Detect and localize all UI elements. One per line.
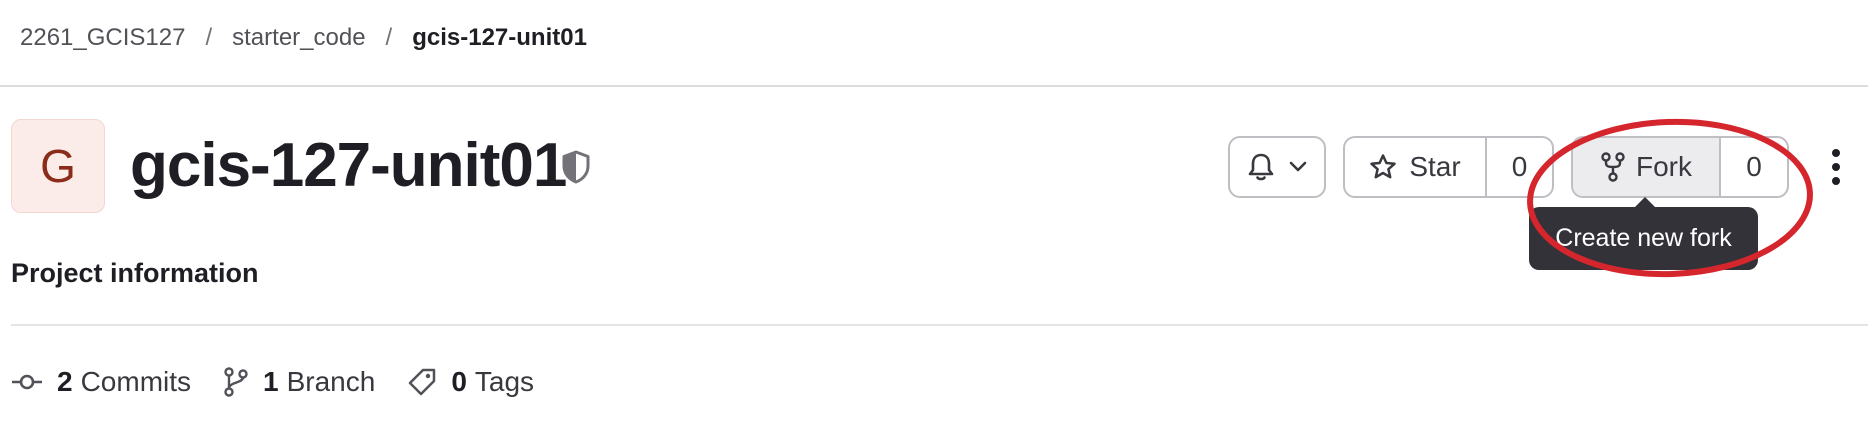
star-count[interactable]: 0 [1487, 151, 1552, 183]
breadcrumb-project[interactable]: gcis-127-unit01 [412, 24, 587, 52]
fork-icon [1601, 152, 1625, 182]
section-divider [11, 324, 1868, 326]
fork-label: Fork [1636, 151, 1692, 182]
project-avatar: G [11, 119, 105, 213]
header-divider [0, 85, 1868, 87]
star-label: Star [1409, 151, 1461, 182]
breadcrumb-group[interactable]: 2261_GCIS127 [20, 24, 185, 52]
breadcrumb: 2261_GCIS127 / starter_code / gcis-127-u… [20, 18, 587, 58]
fork-count[interactable]: 0 [1721, 151, 1787, 183]
star-button-group: Star 0 [1343, 136, 1554, 198]
project-page: 2261_GCIS127 / starter_code / gcis-127-u… [0, 0, 1868, 422]
branches-count: 1 [263, 366, 279, 397]
branch-icon [224, 367, 248, 397]
commits-label: Commits [80, 366, 192, 397]
fork-tooltip: Create new fork [1529, 207, 1758, 270]
branches-label: Branch [286, 366, 376, 397]
project-information-title: Project information [11, 258, 259, 288]
fork-button[interactable]: Fork [1573, 138, 1721, 196]
commit-icon [12, 374, 42, 390]
project-stats: 2 Commits 1 Branch 0 Tags [11, 362, 566, 402]
branches-link[interactable]: 1 Branch [223, 366, 375, 398]
bell-icon [1248, 153, 1274, 181]
shield-icon [562, 150, 590, 184]
breadcrumb-separator: / [385, 24, 393, 51]
chevron-down-icon [1289, 161, 1307, 172]
tags-count: 0 [451, 366, 467, 397]
tags-label: Tags [474, 366, 535, 397]
commits-count: 2 [57, 366, 73, 397]
commits-link[interactable]: 2 Commits [11, 366, 191, 398]
star-icon [1370, 154, 1397, 179]
project-title: gcis-127-unit01 [130, 131, 567, 200]
vertical-ellipsis-icon[interactable] [1826, 147, 1846, 187]
tags-link[interactable]: 0 Tags [407, 366, 534, 398]
tag-icon [409, 368, 436, 396]
star-button[interactable]: Star [1345, 138, 1487, 196]
breadcrumb-separator: / [205, 24, 213, 51]
notifications-button[interactable] [1228, 136, 1326, 198]
fork-button-group: Fork 0 [1571, 136, 1789, 198]
breadcrumb-subgroup[interactable]: starter_code [232, 24, 365, 52]
